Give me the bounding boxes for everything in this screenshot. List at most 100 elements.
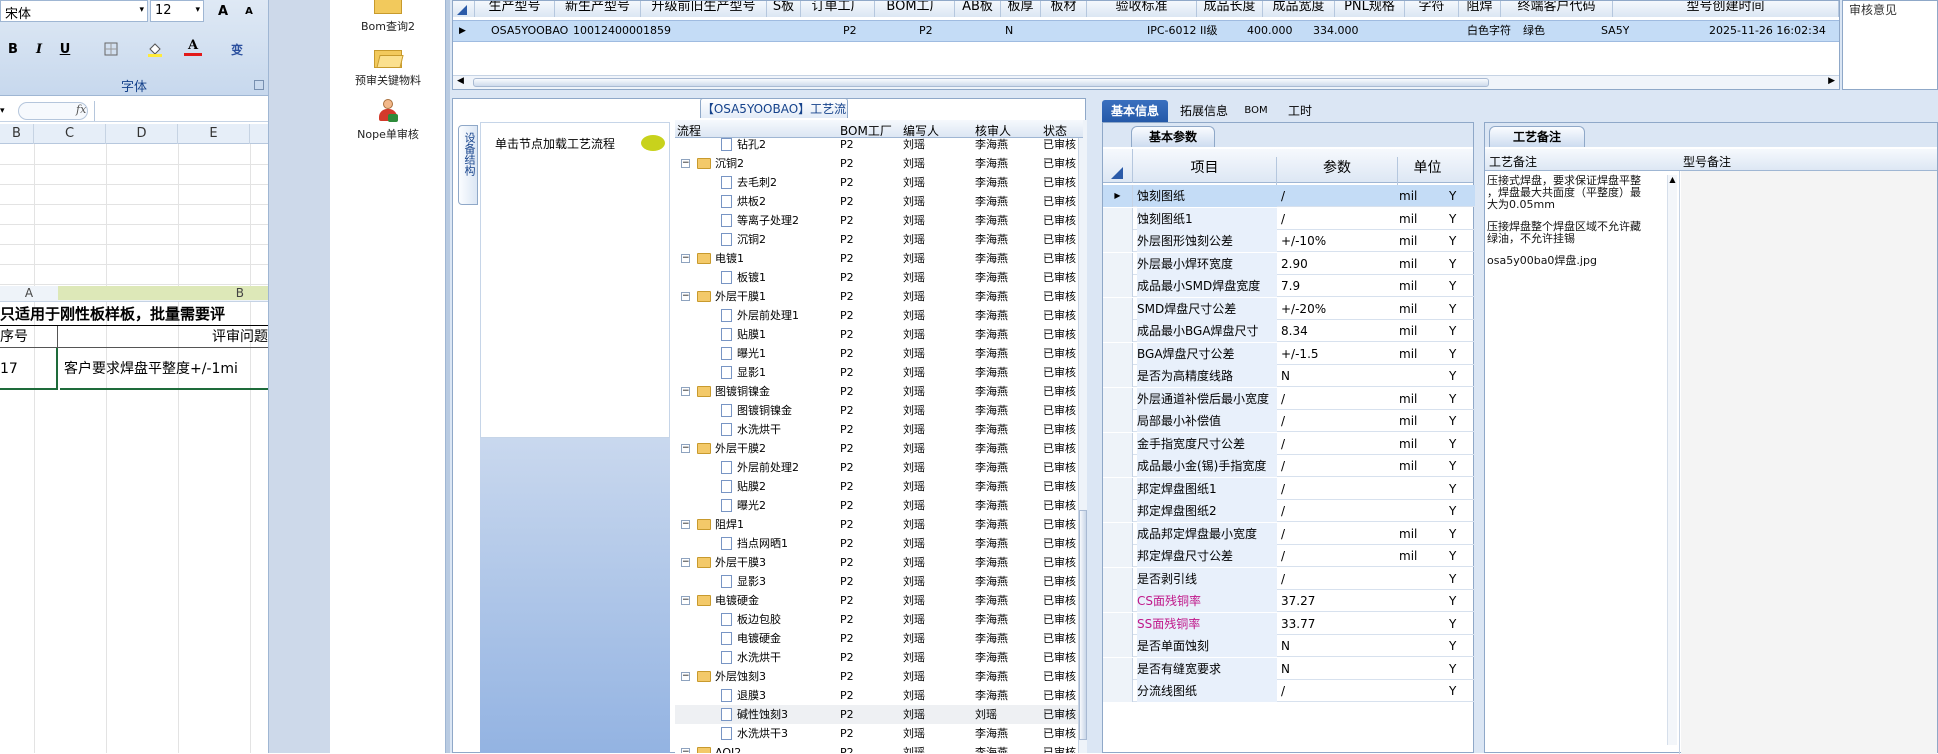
italic-button[interactable]: I <box>28 38 50 60</box>
grid-header[interactable]: PNL规格 <box>1335 1 1405 17</box>
param-cell[interactable]: / <box>1281 410 1397 432</box>
shortcut-bom-query2[interactable]: Bom查询2 <box>330 0 446 34</box>
tree-row[interactable]: − 外层蚀刻3 P2 刘瑶 李海燕 已审核 <box>675 667 1085 686</box>
grow-font-button[interactable]: A <box>212 0 234 22</box>
row-indicator[interactable] <box>1103 230 1133 252</box>
fill-color-icon[interactable] <box>144 38 166 60</box>
tree-row[interactable]: − AOI2 P2 刘瑶 李海燕 已审核 <box>675 743 1085 753</box>
row-indicator[interactable] <box>1103 500 1133 522</box>
param-row[interactable]: 蚀刻图纸1/mil Y <box>1103 207 1475 230</box>
grid-header[interactable]: S板 <box>767 1 801 17</box>
tree-row[interactable]: 外层前处理1 P2 刘瑶 李海燕 已审核 <box>675 306 1085 325</box>
grid-cell[interactable]: P2 <box>919 21 933 41</box>
param-cell[interactable]: N <box>1281 658 1397 680</box>
grid-cell[interactable]: IPC-6012 II级 <box>1147 21 1218 41</box>
collapse-icon[interactable]: − <box>681 596 690 605</box>
tree-row[interactable]: 沉铜2 P2 刘瑶 李海燕 已审核 <box>675 230 1085 249</box>
param-cell[interactable]: N <box>1281 635 1397 657</box>
tree-row[interactable]: 图镀铜镍金 P2 刘瑶 李海燕 已审核 <box>675 401 1085 420</box>
grid-header[interactable]: 新生产型号 <box>555 1 641 17</box>
grid-cell[interactable]: 400.000 <box>1247 21 1293 41</box>
chevron-down-icon[interactable]: ▾ <box>0 102 14 120</box>
grid-header[interactable]: BOM工厂 <box>875 1 955 17</box>
chevron-down-icon[interactable]: ▾ <box>139 5 144 15</box>
param-row[interactable]: 外层最小焊环宽度 2.90 mil Y <box>1103 252 1475 275</box>
param-cell[interactable]: N <box>1281 365 1397 387</box>
param-cell[interactable]: / <box>1281 208 1397 230</box>
grid-cell[interactable]: 10012400001859 <box>573 21 671 41</box>
param-row[interactable]: 邦定焊盘图纸1/ Y <box>1103 477 1475 500</box>
row-indicator[interactable] <box>1103 567 1133 590</box>
param-cell[interactable]: / <box>1281 500 1397 522</box>
note-attachment[interactable]: osa5y00ba0焊盘.jpg <box>1487 255 1667 267</box>
param-cell[interactable]: 37.27 <box>1281 590 1397 612</box>
row-indicator[interactable] <box>1103 657 1133 680</box>
param-row[interactable]: 外层通道补偿后最小宽度 / mil Y <box>1103 387 1475 410</box>
param-row[interactable]: 是否单面蚀刻 N Y <box>1103 635 1475 657</box>
param-cell[interactable]: / <box>1281 185 1397 207</box>
tree-col-header[interactable]: 状态 <box>1043 122 1067 139</box>
tree-row[interactable]: 显影1 P2 刘瑶 李海燕 已审核 <box>675 363 1085 382</box>
fx-icon[interactable]: fx <box>76 103 86 116</box>
param-row[interactable]: 是否剥引线 / Y <box>1103 567 1475 590</box>
param-row[interactable]: 成品最小SMD焊盘宽度 7.9 mil Y <box>1103 275 1475 297</box>
tree-row[interactable]: 电镀硬金 P2 刘瑶 李海燕 已审核 <box>675 629 1085 648</box>
tree-row[interactable]: 烘板2 P2 刘瑶 李海燕 已审核 <box>675 192 1085 211</box>
param-cell[interactable]: 8.34 <box>1281 320 1397 342</box>
collapse-icon[interactable]: − <box>681 292 690 301</box>
param-row[interactable]: SMD焊盘尺寸公差 +/-20% mil Y <box>1103 297 1475 320</box>
param-row[interactable]: 局部最小补偿值 / mil Y <box>1103 410 1475 432</box>
tree-row[interactable]: 水洗烘干3 P2 刘瑶 李海燕 已审核 <box>675 724 1085 743</box>
grid-header[interactable]: 升级前旧生产型号 <box>641 1 767 17</box>
grid-header[interactable]: AB板 <box>955 1 1001 17</box>
param-row[interactable]: 是否有缝宽要求 N Y <box>1103 657 1475 680</box>
param-cell[interactable]: / <box>1281 455 1397 477</box>
vertical-tab-device[interactable]: 设备结构 <box>458 125 478 205</box>
row-indicator[interactable] <box>1103 432 1133 455</box>
grid-cell[interactable]: 绿色 <box>1523 21 1545 41</box>
row-indicator[interactable] <box>1103 365 1133 387</box>
tree-row[interactable]: − 外层干膜2 P2 刘瑶 李海燕 已审核 <box>675 439 1085 458</box>
param-cell[interactable]: +/-20% <box>1281 298 1397 320</box>
notes-col-header[interactable]: 工艺备注 <box>1489 153 1537 170</box>
grid-header[interactable]: 生产型号 <box>475 1 555 17</box>
row-indicator[interactable] <box>1103 680 1133 702</box>
row-indicator[interactable] <box>1103 477 1133 500</box>
phonetic-icon[interactable]: 变 <box>226 38 248 60</box>
tree-row[interactable]: − 图镀铜镍金 P2 刘瑶 李海燕 已审核 <box>675 382 1085 401</box>
grid-header[interactable]: 字符 <box>1405 1 1459 17</box>
shrink-font-button[interactable]: A <box>238 0 260 22</box>
notes-scrollbar[interactable]: ▲ <box>1667 175 1677 745</box>
tree-row[interactable]: 外层前处理2 P2 刘瑶 李海燕 已审核 <box>675 458 1085 477</box>
seq-cell[interactable]: 17 <box>0 348 58 390</box>
param-row[interactable]: 成品最小BGA焊盘尺寸 8.34 mil Y <box>1103 320 1475 342</box>
param-cell[interactable]: / <box>1281 433 1397 455</box>
tree-col-header[interactable]: 编写人 <box>903 122 939 139</box>
row-indicator[interactable] <box>1103 387 1133 410</box>
column-header[interactable]: C <box>34 124 106 144</box>
tab-basic[interactable]: 基本信息 <box>1102 100 1168 122</box>
tree-row[interactable]: 碱性蚀刻3 P2 刘瑶 刘瑶 已审核 <box>675 705 1085 724</box>
row-indicator[interactable] <box>1103 410 1133 432</box>
scrollbar-thumb[interactable] <box>1079 510 1087 740</box>
tree-row[interactable]: 水洗烘干 P2 刘瑶 李海燕 已审核 <box>675 648 1085 667</box>
border-icon[interactable] <box>100 38 122 60</box>
column-header[interactable]: E <box>178 124 250 144</box>
param-row[interactable]: SS面残铜率 33.77 Y <box>1103 612 1475 635</box>
grid-cell[interactable]: P2 <box>843 21 857 41</box>
tree-row[interactable]: − 电镀1 P2 刘瑶 李海燕 已审核 <box>675 249 1085 268</box>
param-cell[interactable]: / <box>1281 545 1397 567</box>
param-cell[interactable]: / <box>1281 523 1397 545</box>
grid-header[interactable]: 板材 <box>1041 1 1087 17</box>
row-indicator[interactable] <box>1103 320 1133 342</box>
param-row[interactable]: ▶ 蚀刻图纸 / mil Y <box>1103 185 1475 207</box>
tree-row[interactable]: 曝光2 P2 刘瑶 李海燕 已审核 <box>675 496 1085 515</box>
font-color-icon[interactable]: A <box>182 36 204 58</box>
param-row[interactable]: 成品邦定焊盘最小宽度 / mil Y <box>1103 522 1475 545</box>
row-indicator[interactable] <box>1103 207 1133 230</box>
tree-row[interactable]: 曝光1 P2 刘瑶 李海燕 已审核 <box>675 344 1085 363</box>
param-row[interactable]: 外层图形蚀刻公差 +/-10% mil Y <box>1103 230 1475 252</box>
param-row[interactable]: 分流线图纸 / Y <box>1103 680 1475 702</box>
collapse-icon[interactable]: − <box>681 520 690 529</box>
grid-header[interactable]: 订单工厂 <box>801 1 875 17</box>
